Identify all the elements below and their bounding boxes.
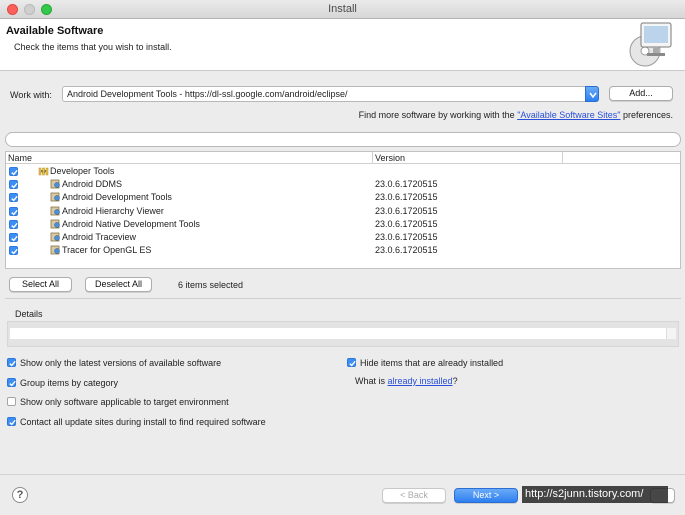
deselect-all-button[interactable]: Deselect All	[85, 277, 152, 292]
row-checkbox[interactable]	[9, 180, 18, 189]
column-header-name[interactable]: Name	[8, 153, 32, 163]
row-version: 23.0.6.1720515	[375, 232, 438, 242]
table-row[interactable]: Android Traceview 23.0.6.1720515	[6, 231, 680, 244]
row-name: Android Traceview	[62, 232, 137, 242]
latest-versions-checkbox[interactable]	[7, 358, 16, 367]
row-name: Android DDMS	[62, 179, 123, 189]
row-name: Android Native Development Tools	[62, 219, 200, 229]
target-environment-label: Show only software applicable to target …	[20, 397, 229, 407]
row-name: Android Hierarchy Viewer	[62, 206, 164, 216]
row-checkbox[interactable]	[9, 233, 18, 242]
software-table: Name Version Developer Tools Android DDM…	[5, 151, 681, 269]
table-row[interactable]: Android DDMS 23.0.6.1720515	[6, 178, 680, 191]
row-checkbox[interactable]	[9, 246, 18, 255]
group-by-category-label: Group items by category	[20, 378, 119, 388]
contact-update-sites-checkbox[interactable]	[7, 417, 16, 426]
plugin-icon	[50, 232, 61, 242]
row-version: 23.0.6.1720515	[375, 219, 438, 229]
row-name: Android Development Tools	[62, 192, 172, 202]
table-row[interactable]: Tracer for OpenGL ES 23.0.6.1720515	[6, 244, 680, 257]
work-with-label: Work with:	[10, 90, 52, 100]
selected-count: 6 items selected	[178, 280, 244, 290]
row-version: 23.0.6.1720515	[375, 179, 438, 189]
group-by-category-checkbox[interactable]	[7, 378, 16, 387]
find-more-suffix: preferences.	[620, 110, 673, 120]
watermark: http://s2junn.tistory.com/	[522, 486, 668, 503]
category-checkbox[interactable]	[9, 167, 18, 176]
column-header-version[interactable]: Version	[375, 153, 405, 163]
column-separator[interactable]	[562, 152, 563, 164]
details-text	[10, 328, 666, 339]
help-icon[interactable]: ?	[12, 487, 28, 503]
filter-input[interactable]	[5, 132, 681, 147]
contact-update-sites-label: Contact all update sites during install …	[20, 417, 266, 427]
work-with-combo[interactable]: Android Development Tools - https://dl-s…	[62, 86, 599, 102]
table-row[interactable]: Android Development Tools 23.0.6.1720515	[6, 191, 680, 204]
next-button[interactable]: Next >	[454, 488, 518, 503]
details-scrollbar[interactable]	[666, 328, 676, 339]
row-checkbox[interactable]	[9, 193, 18, 202]
page-description: Check the items that you wish to install…	[14, 42, 172, 52]
what-is-prefix: What is	[355, 376, 388, 386]
chevron-down-icon[interactable]	[585, 86, 599, 102]
plugin-icon	[50, 219, 61, 229]
row-name: Tracer for OpenGL ES	[62, 245, 152, 255]
add-site-button[interactable]: Add...	[609, 86, 673, 101]
what-is-installed-text: What is already installed?	[355, 376, 458, 386]
row-checkbox[interactable]	[9, 220, 18, 229]
page-title: Available Software	[6, 25, 104, 37]
row-version: 23.0.6.1720515	[375, 206, 438, 216]
category-row[interactable]: Developer Tools	[6, 165, 680, 178]
available-software-sites-link[interactable]: "Available Software Sites"	[517, 110, 620, 120]
column-separator[interactable]	[372, 152, 373, 164]
divider	[5, 298, 681, 299]
table-header: Name Version	[6, 152, 680, 164]
table-row[interactable]: Android Native Development Tools 23.0.6.…	[6, 218, 680, 231]
hide-installed-checkbox[interactable]	[347, 358, 356, 367]
window-title: Install	[328, 3, 357, 15]
window-titlebar: Install	[0, 0, 685, 19]
footer-divider	[0, 474, 685, 475]
wizard-header: Available Software Check the items that …	[0, 19, 685, 71]
find-more-prefix: Find more software by working with the	[358, 110, 518, 120]
row-version: 23.0.6.1720515	[375, 245, 438, 255]
what-is-suffix: ?	[452, 376, 458, 386]
back-button[interactable]: < Back	[382, 488, 446, 503]
select-all-button[interactable]: Select All	[9, 277, 72, 292]
install-wizard-icon	[627, 21, 677, 71]
plugin-icon	[50, 245, 61, 255]
category-name: Developer Tools	[50, 166, 115, 176]
plugin-icon	[50, 179, 61, 189]
work-with-value: Android Development Tools - https://dl-s…	[67, 89, 348, 99]
latest-versions-label: Show only the latest versions of availab…	[20, 358, 222, 368]
hide-installed-label: Hide items that are already installed	[360, 358, 504, 368]
plugin-icon	[50, 206, 61, 216]
find-more-text: Find more software by working with the "…	[359, 110, 673, 120]
plugin-icon	[50, 192, 61, 202]
row-checkbox[interactable]	[9, 207, 18, 216]
details-panel	[7, 321, 679, 347]
table-row[interactable]: Android Hierarchy Viewer 23.0.6.1720515	[6, 205, 680, 218]
row-version: 23.0.6.1720515	[375, 192, 438, 202]
details-label: Details	[15, 309, 43, 319]
already-installed-link[interactable]: already installed	[388, 376, 453, 386]
target-environment-checkbox[interactable]	[7, 397, 16, 406]
